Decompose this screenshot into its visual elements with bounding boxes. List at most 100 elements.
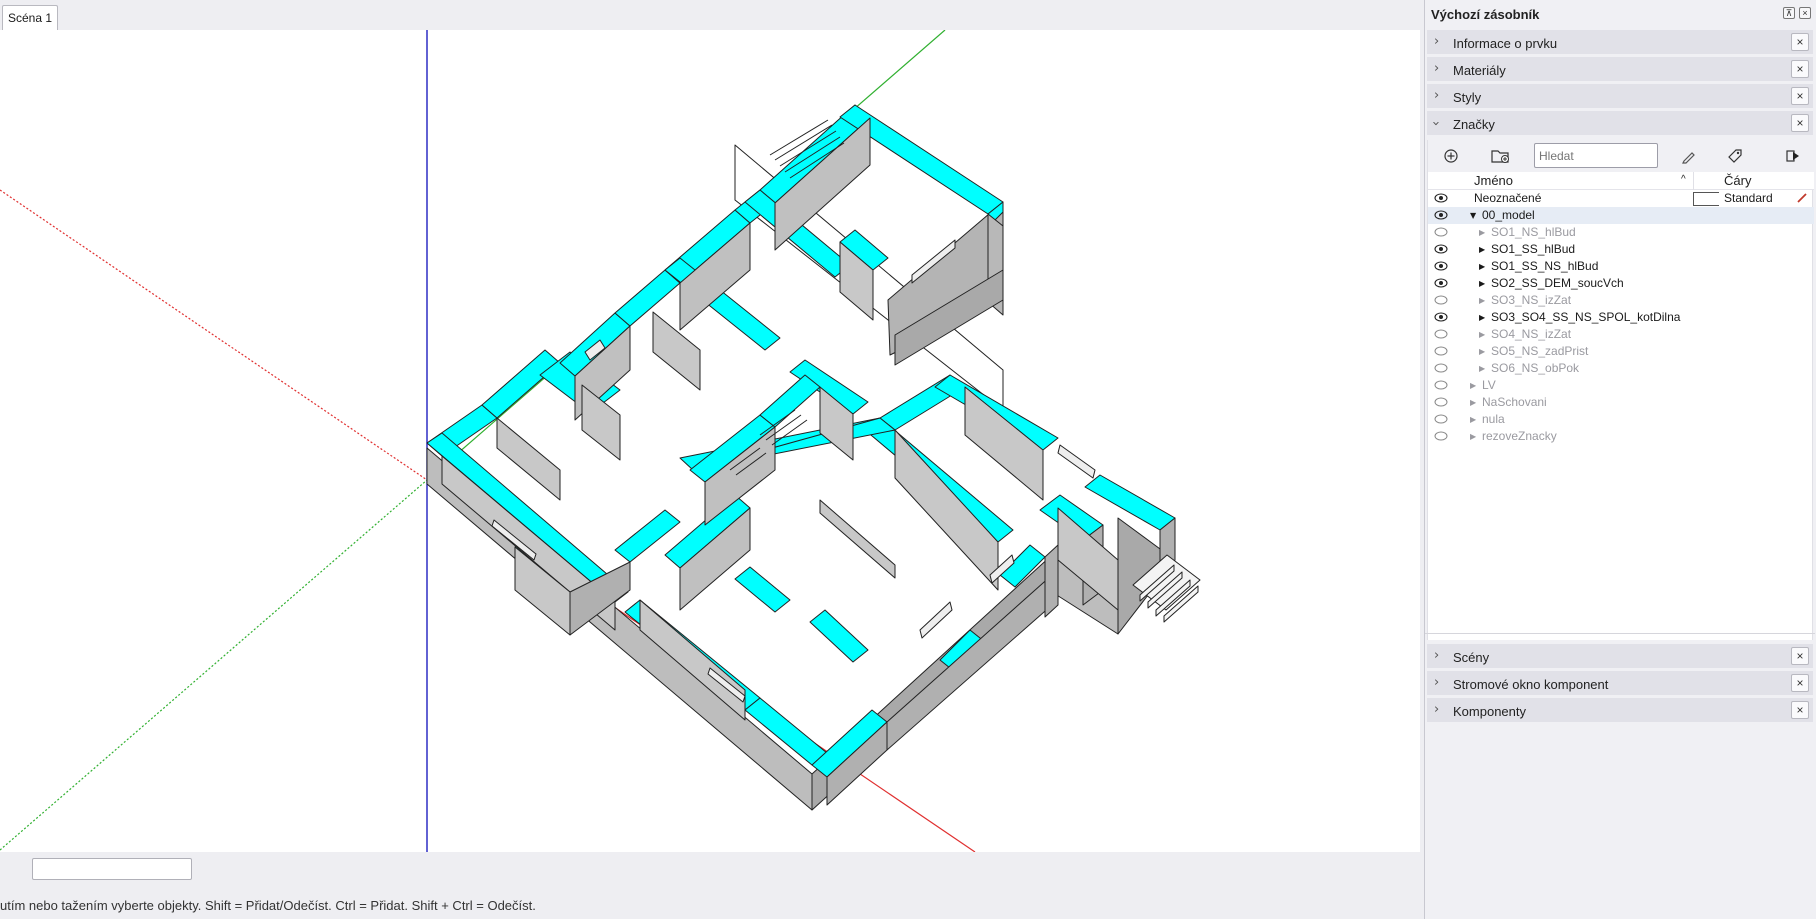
eye-open-icon[interactable] bbox=[1434, 244, 1448, 254]
tag-row[interactable]: ▶ SO4_NS_izZat bbox=[1428, 326, 1814, 343]
add-tag-icon[interactable] bbox=[1440, 146, 1462, 166]
column-name-header[interactable]: Jméno bbox=[1474, 173, 1513, 188]
chevron-right-icon: › bbox=[1434, 61, 1440, 76]
tags-search-input[interactable] bbox=[1534, 143, 1658, 168]
tag-row[interactable]: Neoznačené Standard bbox=[1428, 190, 1814, 207]
eye-open-icon[interactable] bbox=[1434, 261, 1448, 271]
eye-open-icon[interactable] bbox=[1434, 312, 1448, 322]
eye-closed-icon[interactable] bbox=[1434, 414, 1448, 424]
panel-label: Komponenty bbox=[1453, 704, 1526, 719]
tag-row[interactable]: ▶ SO3_SO4_SS_NS_SPOL_kotDilna bbox=[1428, 309, 1814, 326]
panel-label: Značky bbox=[1453, 117, 1495, 132]
wall-cut bbox=[759, 374, 821, 428]
tag-row[interactable]: ▶ SO1_SS_NS_hlBud bbox=[1428, 258, 1814, 275]
tab-scene-1[interactable]: Scéna 1 bbox=[2, 5, 59, 30]
tag-linestyle[interactable]: Standard bbox=[1724, 190, 1773, 207]
panel-tags[interactable]: › Značky × bbox=[1427, 111, 1813, 136]
eye-open-icon[interactable] bbox=[1434, 210, 1448, 220]
tag-name: SO1_SS_hlBud bbox=[1491, 242, 1576, 256]
tag-tool-icon[interactable] bbox=[1724, 146, 1746, 166]
chevron-right-icon: › bbox=[1434, 702, 1440, 717]
window bbox=[1057, 444, 1096, 479]
tag-color-swatch[interactable] bbox=[1693, 192, 1719, 206]
eye-open-icon[interactable] bbox=[1434, 193, 1448, 203]
eye-closed-icon[interactable] bbox=[1434, 431, 1448, 441]
panel-close-button[interactable]: × bbox=[1791, 674, 1809, 692]
tag-name: SO5_NS_zadPrist bbox=[1491, 344, 1589, 358]
eye-closed-icon[interactable] bbox=[1434, 380, 1448, 390]
expand-right-icon[interactable]: ▶ bbox=[1470, 411, 1476, 428]
default-tray: Výchozí zásobník ⊼ × › Informace o prvku… bbox=[1424, 0, 1816, 919]
add-folder-icon[interactable] bbox=[1490, 146, 1512, 166]
tag-row[interactable]: ▶ SO1_SS_hlBud bbox=[1428, 241, 1814, 258]
wall-face bbox=[1044, 544, 1059, 618]
wall-cut bbox=[481, 349, 561, 419]
pin-icon[interactable]: ⊼ bbox=[1783, 7, 1795, 19]
tag-name: SO1_NS_hlBud bbox=[1491, 225, 1576, 239]
expand-right-icon[interactable]: ▶ bbox=[1479, 224, 1485, 241]
measurements-input[interactable] bbox=[32, 858, 192, 880]
tags-panel: Jméno ^ Čáry Neoznačené Standard ▼ 00_model… bbox=[1427, 140, 1814, 640]
building-model[interactable] bbox=[426, 104, 1201, 811]
panel-entity-info[interactable]: › Informace o prvku × bbox=[1427, 30, 1813, 55]
tag-row[interactable]: ▶ SO3_NS_izZat bbox=[1428, 292, 1814, 309]
expand-right-icon[interactable]: ▶ bbox=[1479, 292, 1485, 309]
expand-right-icon[interactable]: ▶ bbox=[1479, 309, 1485, 326]
panel-close-button[interactable]: × bbox=[1791, 114, 1809, 132]
wall-face bbox=[652, 311, 701, 391]
status-bar: utím nebo tažením vyberte objekty. Shift… bbox=[0, 886, 1420, 919]
panel-close-button[interactable]: × bbox=[1791, 33, 1809, 51]
panel-component-tree[interactable]: › Stromové okno komponent × bbox=[1427, 671, 1813, 696]
tag-row[interactable]: ▶ SO1_NS_hlBud bbox=[1428, 224, 1814, 241]
window bbox=[919, 601, 953, 639]
eye-open-icon[interactable] bbox=[1434, 278, 1448, 288]
expand-right-icon[interactable]: ▶ bbox=[1470, 428, 1476, 445]
tag-row[interactable]: ▶ NaSchovani bbox=[1428, 394, 1814, 411]
eye-closed-icon[interactable] bbox=[1434, 227, 1448, 237]
expand-right-icon[interactable]: ▶ bbox=[1479, 275, 1485, 292]
tag-row[interactable]: ▶ SO6_NS_obPok bbox=[1428, 360, 1814, 377]
pencil-icon[interactable] bbox=[1796, 192, 1808, 204]
panel-label: Stromové okno komponent bbox=[1453, 677, 1609, 692]
expand-right-icon[interactable]: ▶ bbox=[1479, 241, 1485, 258]
panel-scenes[interactable]: › Scény × bbox=[1427, 644, 1813, 669]
eye-closed-icon[interactable] bbox=[1434, 346, 1448, 356]
tag-name: rezoveZnacky bbox=[1482, 429, 1557, 443]
eye-closed-icon[interactable] bbox=[1434, 329, 1448, 339]
eye-closed-icon[interactable] bbox=[1434, 363, 1448, 373]
panel-label: Materiály bbox=[1453, 63, 1506, 78]
expand-down-icon[interactable]: ▼ bbox=[1470, 207, 1476, 224]
tag-row[interactable]: ▶ nula bbox=[1428, 411, 1814, 428]
model-canvas[interactable] bbox=[0, 30, 1420, 852]
panel-components[interactable]: › Komponenty × bbox=[1427, 698, 1813, 723]
tag-color-icon[interactable] bbox=[1678, 146, 1700, 166]
wall-cut bbox=[614, 269, 681, 327]
panel-styles[interactable]: › Styly × bbox=[1427, 84, 1813, 109]
panel-close-button[interactable]: × bbox=[1791, 87, 1809, 105]
panel-close-button[interactable]: × bbox=[1791, 60, 1809, 78]
tag-row[interactable]: ▼ 00_model bbox=[1428, 207, 1814, 224]
close-icon[interactable]: × bbox=[1799, 7, 1811, 19]
tag-name: 00_model bbox=[1482, 208, 1535, 222]
chevron-right-icon: › bbox=[1434, 648, 1440, 663]
panel-materials[interactable]: › Materiály × bbox=[1427, 57, 1813, 82]
expand-right-icon[interactable]: ▶ bbox=[1479, 326, 1485, 343]
sort-caret-icon[interactable]: ^ bbox=[1681, 174, 1686, 185]
eye-closed-icon[interactable] bbox=[1434, 397, 1448, 407]
expand-right-icon[interactable]: ▶ bbox=[1479, 343, 1485, 360]
panel-close-button[interactable]: × bbox=[1791, 647, 1809, 665]
model-viewport[interactable] bbox=[0, 30, 1420, 852]
panel-close-button[interactable]: × bbox=[1791, 701, 1809, 719]
tag-row[interactable]: ▶ rezoveZnacky bbox=[1428, 428, 1814, 445]
expand-right-icon[interactable]: ▶ bbox=[1470, 377, 1476, 394]
eye-closed-icon[interactable] bbox=[1434, 295, 1448, 305]
expand-right-icon[interactable]: ▶ bbox=[1479, 360, 1485, 377]
tag-row[interactable]: ▶ LV bbox=[1428, 377, 1814, 394]
details-arrow-icon[interactable] bbox=[1782, 146, 1804, 166]
column-lines-header[interactable]: Čáry bbox=[1724, 173, 1751, 188]
tag-row[interactable]: ▶ SO2_SS_DEM_soucVch bbox=[1428, 275, 1814, 292]
tag-row[interactable]: ▶ SO5_NS_zadPrist bbox=[1428, 343, 1814, 360]
expand-right-icon[interactable]: ▶ bbox=[1470, 394, 1476, 411]
expand-right-icon[interactable]: ▶ bbox=[1479, 258, 1485, 275]
tag-name: SO4_NS_izZat bbox=[1491, 327, 1572, 341]
